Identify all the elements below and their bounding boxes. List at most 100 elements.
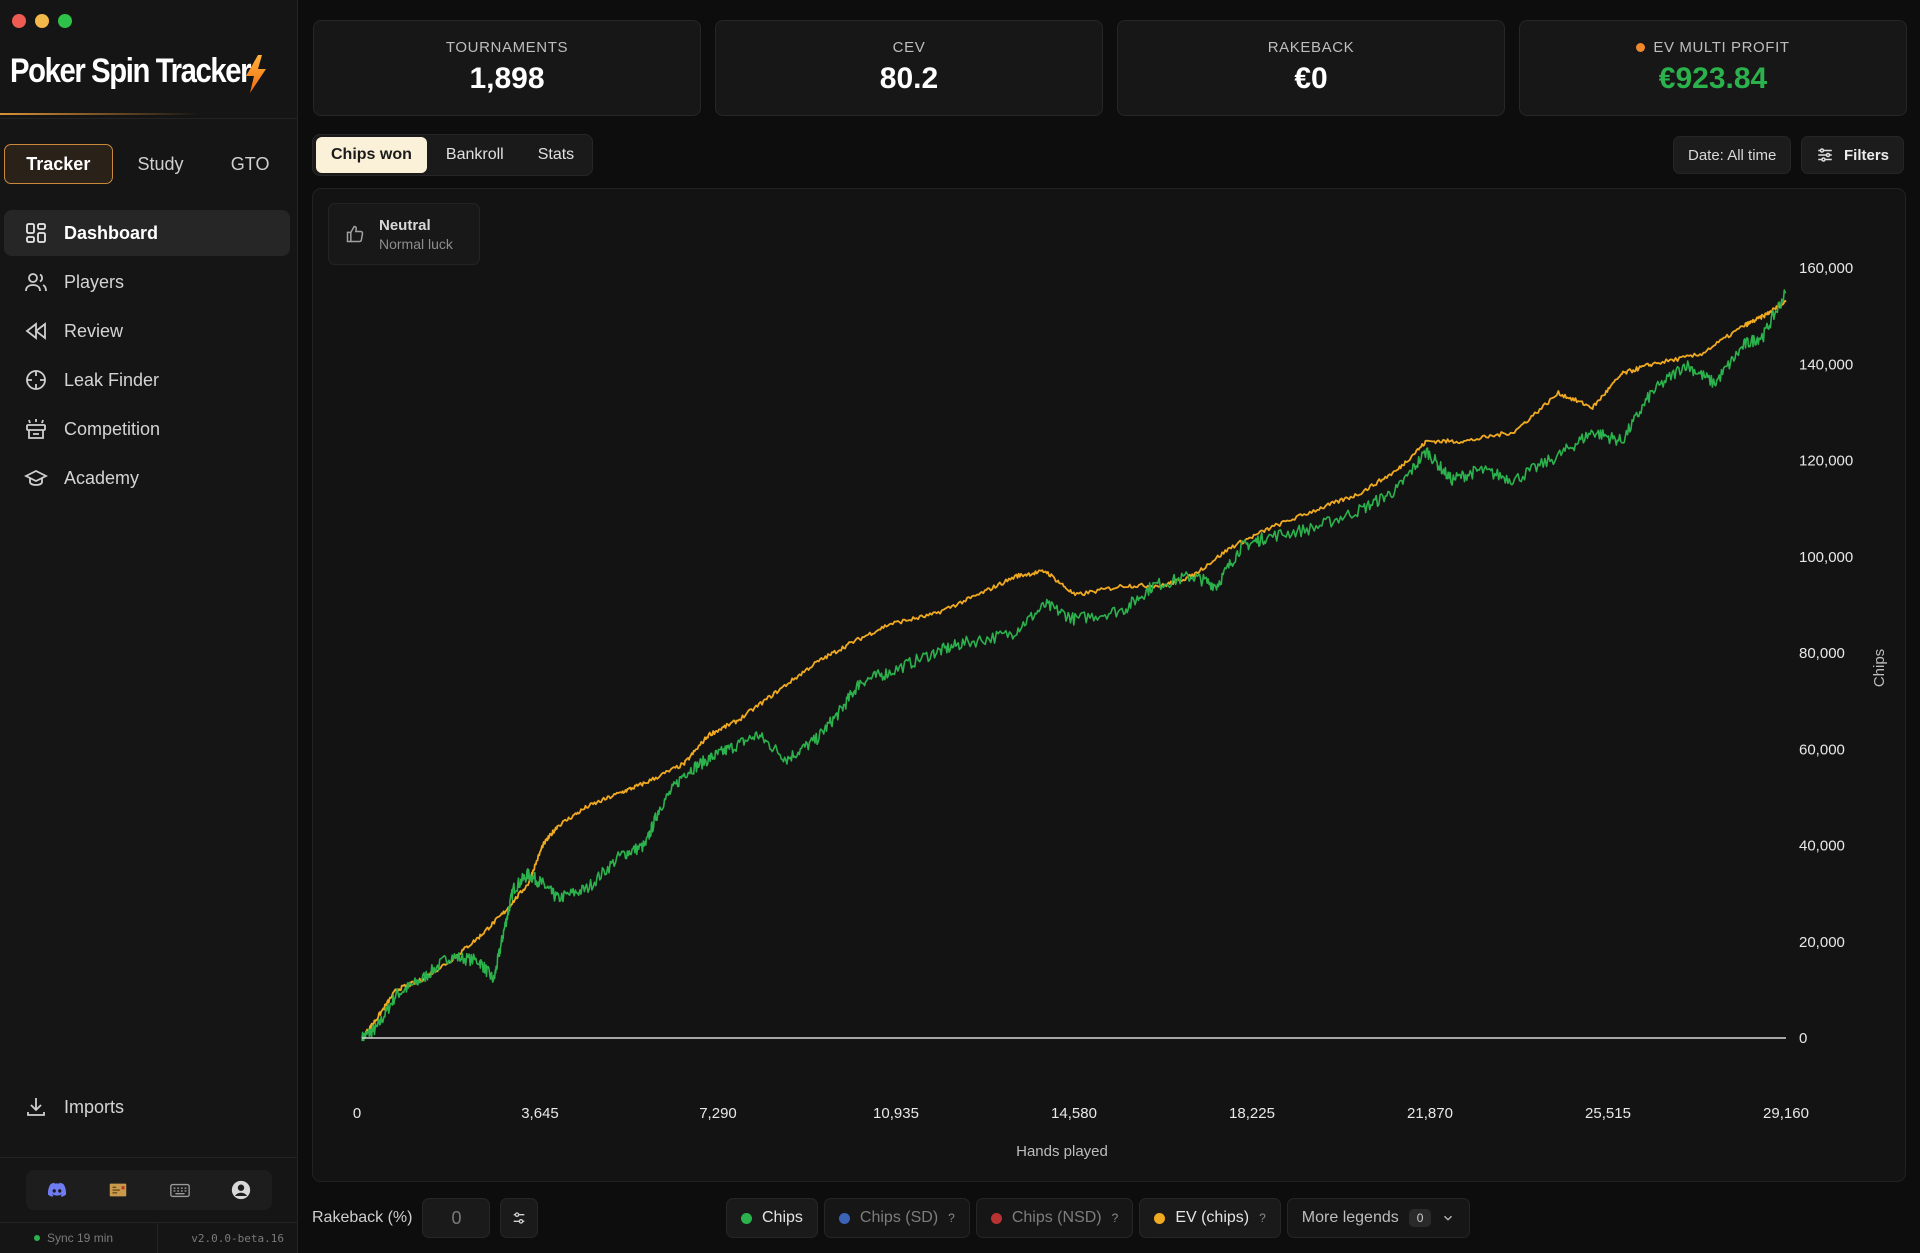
sidebar-item-academy[interactable]: Academy	[4, 455, 290, 501]
logo-underline	[0, 113, 200, 115]
stat-value: €923.84	[1658, 62, 1768, 95]
sidebar-item-label: Dashboard	[64, 222, 159, 243]
sync-status: Sync 19 min	[0, 1223, 158, 1253]
sidebar-item-label: Players	[64, 271, 125, 292]
y-tick-label: 20,000	[1799, 934, 1845, 951]
close-window-button[interactable]	[12, 14, 26, 28]
sidebar-item-competition[interactable]: Competition	[4, 406, 290, 452]
help-icon[interactable]: ?	[1112, 1211, 1119, 1225]
series-line-ev-chips	[361, 299, 1787, 1041]
stat-card-cev: CEV 80.2	[715, 20, 1103, 116]
tab-gto[interactable]: GTO	[208, 144, 292, 184]
more-legends-label: More legends	[1301, 1209, 1399, 1226]
stat-label: RAKEBACK	[1267, 39, 1355, 56]
divider	[0, 1157, 297, 1158]
legend-chips-nsd[interactable]: Chips (NSD) ?	[975, 1198, 1134, 1238]
ev-indicator-dot	[1636, 43, 1646, 52]
download-icon	[27, 1098, 45, 1116]
stat-card-tournaments: TOURNAMENTS 1,898	[313, 20, 701, 116]
sidebar-item-dashboard[interactable]: Dashboard	[4, 210, 290, 256]
sidebar-item-label: Review	[64, 320, 124, 341]
more-legends-dropdown[interactable]: More legends 0	[1286, 1198, 1471, 1238]
stat-value: 80.2	[879, 62, 939, 95]
y-tick-label: 120,000	[1799, 453, 1853, 470]
y-tick-label: 100,000	[1799, 549, 1853, 566]
stat-value: €0	[1294, 62, 1328, 95]
x-tick-label: 21,870	[1407, 1105, 1453, 1122]
legend-color-dot	[838, 1212, 850, 1224]
x-tick-label: 14,580	[1051, 1105, 1097, 1122]
luck-indicator: Neutral Normal luck	[328, 203, 480, 265]
chart-legend: Chips Chips (SD) ? Chips (NSD) ? EV (chi…	[726, 1198, 1471, 1238]
tab-study[interactable]: Study	[119, 144, 203, 184]
y-tick-label: 160,000	[1799, 260, 1853, 277]
date-filter-label: Date: All time	[1688, 146, 1777, 164]
sidebar-item-label: Competition	[64, 418, 161, 439]
utility-bar	[26, 1170, 272, 1210]
more-legends-count: 0	[1408, 1209, 1432, 1227]
app-name: Poker Spin Tracker	[10, 52, 252, 90]
imports-section: Imports	[4, 1084, 290, 1133]
rakeback-input[interactable]	[422, 1198, 491, 1238]
x-tick-label: 25,515	[1585, 1105, 1631, 1122]
legend-color-dot	[990, 1212, 1002, 1224]
date-filter-button[interactable]: Date: All time	[1673, 136, 1792, 174]
tab-chips-won[interactable]: Chips won	[316, 137, 427, 173]
legend-chips[interactable]: Chips	[726, 1198, 818, 1238]
stat-label: CEV	[892, 39, 926, 56]
legend-ev-chips[interactable]: EV (chips) ?	[1139, 1198, 1281, 1238]
sidebar-item-review[interactable]: Review	[4, 308, 290, 354]
dashboard-grid-icon	[26, 223, 46, 243]
x-tick-label: 10,935	[873, 1105, 919, 1122]
series-line-chips	[361, 289, 1787, 1042]
sidebar-item-imports[interactable]: Imports	[4, 1084, 290, 1130]
y-tick-label: 140,000	[1799, 356, 1853, 373]
y-tick-label: 80,000	[1799, 645, 1845, 662]
legend-label: EV (chips)	[1175, 1209, 1250, 1226]
y-tick-label: 60,000	[1799, 741, 1845, 758]
tab-tracker[interactable]: Tracker	[4, 144, 113, 184]
thumbs-up-icon	[346, 225, 364, 243]
sidebar-item-label: Leak Finder	[64, 369, 160, 390]
sidebar-item-players[interactable]: Players	[4, 259, 290, 305]
legend-label: Chips (NSD)	[1011, 1209, 1102, 1226]
crosshair-icon	[26, 370, 46, 390]
graduation-cap-icon	[24, 469, 48, 486]
tab-stats[interactable]: Stats	[523, 137, 589, 173]
account-icon[interactable]	[230, 1179, 252, 1201]
stat-label: TOURNAMENTS	[445, 39, 569, 56]
chips-won-chart[interactable]: 0 20,000 40,000 60,000 80,000 100,000 120,000 1…	[312, 188, 1906, 1182]
sidebar-item-label: Imports	[64, 1096, 125, 1117]
filters-button[interactable]: Filters	[1801, 136, 1905, 174]
legend-chips-sd[interactable]: Chips (SD) ?	[823, 1198, 970, 1238]
x-tick-label: 29,160	[1763, 1105, 1809, 1122]
divider	[0, 118, 297, 119]
stat-label: EV MULTI PROFIT	[1520, 39, 1906, 56]
maximize-window-button[interactable]	[58, 14, 72, 28]
discord-icon[interactable]	[46, 1179, 68, 1201]
adjust-icon	[514, 1212, 525, 1224]
sidebar-item-label: Academy	[64, 467, 140, 488]
sidebar-item-leak-finder[interactable]: Leak Finder	[4, 357, 290, 403]
sliders-icon	[1818, 148, 1832, 162]
users-icon	[25, 273, 47, 292]
x-tick-label: 3,645	[521, 1105, 559, 1122]
treasure-map-icon[interactable]	[107, 1179, 129, 1201]
x-tick-label: 0	[353, 1105, 361, 1122]
rakeback-settings-button[interactable]	[500, 1198, 539, 1238]
help-icon[interactable]: ?	[948, 1211, 955, 1225]
luck-title: Neutral	[379, 216, 431, 234]
rakeback-label: Rakeback (%)	[312, 1209, 413, 1226]
lightning-bolt-icon	[246, 55, 266, 93]
sidebar-nav: Dashboard Players Review Leak Finder Com…	[4, 210, 290, 504]
help-icon[interactable]: ?	[1259, 1211, 1266, 1225]
legend-label: Chips	[762, 1209, 803, 1226]
minimize-window-button[interactable]	[35, 14, 49, 28]
tab-bankroll[interactable]: Bankroll	[431, 137, 519, 173]
keyboard-icon[interactable]	[169, 1179, 191, 1201]
status-bar: Sync 19 min v2.0.0-beta.16	[0, 1222, 298, 1253]
filters-label: Filters	[1844, 146, 1890, 164]
window-controls	[12, 14, 72, 28]
sidebar: Poker Spin Tracker Tracker Study GTO Das…	[0, 0, 298, 1253]
y-axis-label: Chips	[1871, 649, 1888, 687]
